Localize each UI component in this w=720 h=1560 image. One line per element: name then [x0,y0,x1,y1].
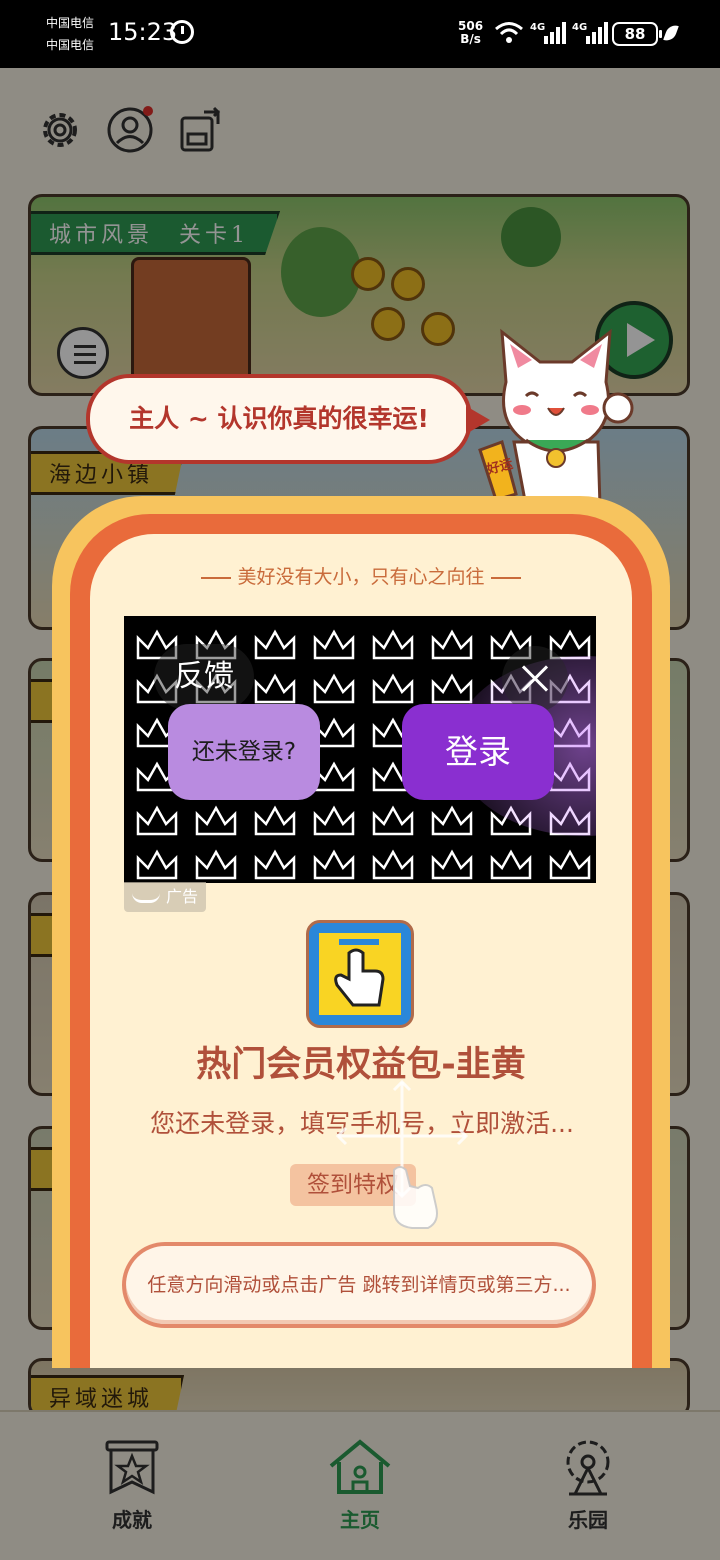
crown-icon [431,805,473,836]
crown-icon [254,805,296,836]
nav-label: 乐园 [568,1508,608,1532]
sunflower [371,307,405,341]
sunflower [351,257,385,291]
carrier-1: 中国电信 [46,16,95,30]
motto-divider-right [490,576,521,579]
crown-icon [195,849,237,880]
not-logged-in-button[interactable]: 还未登录? [168,704,320,800]
level-menu-button[interactable] [57,327,109,379]
home-icon [329,1439,391,1494]
net-speed-unit: B/s [460,32,481,46]
achievement-banner-icon [105,1440,159,1495]
speech-bubble-text: 主人 ~ 认识你真的很幸运! [129,404,429,433]
ad-tag: 广告 [124,882,206,912]
crown-icon [313,805,355,836]
nav-achievements[interactable]: 成就 [72,1436,192,1533]
alarm-icon [170,20,194,44]
nav-label: 成就 [112,1508,152,1532]
crown-icon [254,629,296,660]
ad-network-logo-icon [132,893,160,903]
motto-text: 美好没有大小，只有心之向往 [237,566,485,588]
ferris-wheel-icon [566,1440,610,1496]
crown-icon [549,849,591,880]
crown-icon [254,849,296,880]
settings-gear-icon[interactable] [36,106,84,154]
bottom-navigation: 成就 主页 乐园 [0,1410,720,1560]
level-title-ribbon: 城市风景 关卡1 [31,211,280,255]
switch-device-icon[interactable] [178,106,226,154]
crown-icon [372,849,414,880]
feedback-button[interactable]: 反馈 [154,644,254,710]
crown-icon [431,849,473,880]
crown-icon [431,673,473,704]
crown-icon [372,673,414,704]
lucky-cat-mascot: 好运 [478,328,634,508]
nav-home[interactable]: 主页 [300,1436,420,1533]
sunflower [421,312,455,346]
speech-bubble: 主人 ~ 认识你真的很幸运! [86,374,490,464]
svg-text:4G: 4G [530,22,545,33]
crown-icon [313,717,355,748]
carrier-2: 中国电信 [46,38,95,52]
crown-icon [313,761,355,792]
signal-4g-icon: 4G [530,22,566,44]
signal-4g-icon: 4G [572,22,608,44]
promo-app-icon[interactable] [306,920,414,1028]
scene-tree [281,227,361,317]
profile-avatar-icon[interactable] [106,106,154,154]
crown-icon [136,805,178,836]
fruit-stand [131,257,251,387]
crown-icon [195,805,237,836]
nav-park[interactable]: 乐园 [528,1436,648,1533]
crown-icon [313,849,355,880]
crown-icon [372,805,414,836]
ad-banner[interactable]: 反馈 还未登录? 登录 [124,616,596,883]
close-ad-button[interactable] [502,646,568,712]
scene-tree [501,207,561,267]
sunflower [391,267,425,301]
crown-icon [313,629,355,660]
crown-icon [136,849,178,880]
popup-motto: 美好没有大小，只有心之向往 [52,562,670,589]
crown-icon [254,673,296,704]
swipe-gesture-hand-icon [335,1079,469,1229]
pointing-hand-icon [334,939,385,1007]
login-button[interactable]: 登录 [402,704,554,800]
reward-popup: 美好没有大小，只有心之向往 反馈 还未登录? 登录 广告 热门会员权益包-韭黄 … [52,496,670,1368]
power-saving-leaf-icon [663,22,679,44]
clock: 15:23 [108,18,178,46]
crown-icon [313,673,355,704]
ad-tag-label: 广告 [166,887,199,906]
motto-divider-left [201,576,232,579]
net-speed: 506 B/s [458,20,483,46]
svg-text:4G: 4G [572,22,587,33]
crown-icon [431,629,473,660]
battery-indicator: 88 [612,22,662,46]
wifi-icon [495,22,523,43]
crown-icon [372,629,414,660]
status-bar: 中国电信 中国电信 15:23 506 B/s 4G 4G 88 [0,0,720,68]
carrier-info: 中国电信 中国电信 [46,12,94,56]
nav-label: 主页 [340,1508,380,1532]
crown-icon [490,849,532,880]
swipe-hint-bar[interactable]: 任意方向滑动或点击广告 跳转到详情页或第三方... [122,1242,596,1328]
